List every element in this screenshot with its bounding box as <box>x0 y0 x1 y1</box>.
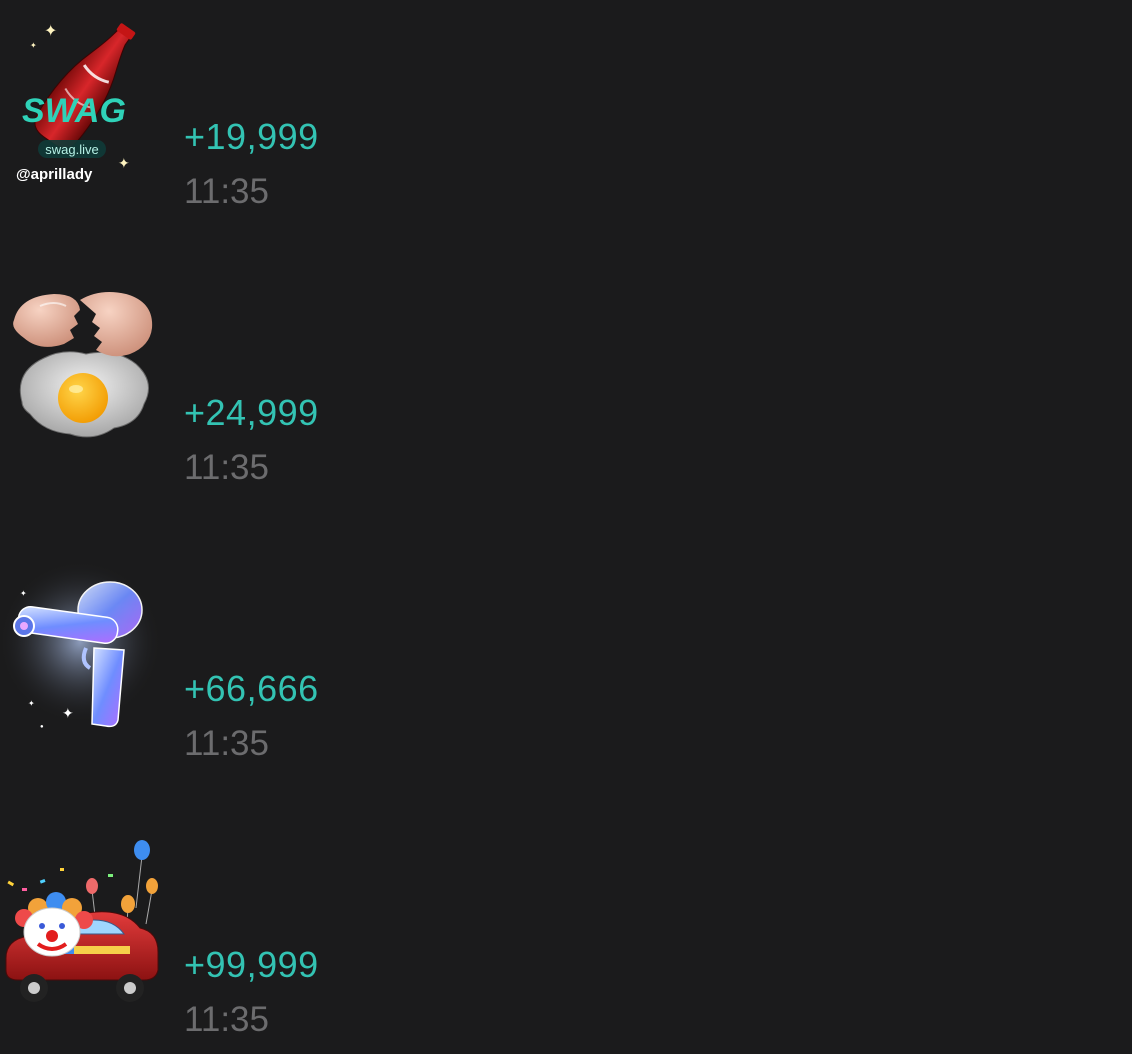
svg-text:●: ● <box>40 724 44 730</box>
svg-text:✦: ✦ <box>118 155 130 171</box>
gift-row[interactable]: +99,999 11:35 <box>0 828 1132 1054</box>
svg-text:✦: ✦ <box>62 705 74 721</box>
gift-row[interactable]: ✦ ✦ ● ✦ +66,666 11:35 <box>0 552 1132 782</box>
svg-text:✦: ✦ <box>44 23 57 40</box>
gift-amount: +24,999 <box>184 392 319 433</box>
gift-row[interactable]: ✦ ✦ ✦ SWAG swag.live @aprillady +19,999 … <box>0 0 1132 230</box>
soda-bottle-gift-icon: ✦ ✦ ✦ SWAG swag.live @aprillady <box>16 23 136 183</box>
gift-time: 11:35 <box>184 172 269 211</box>
gift-time: 11:35 <box>184 448 269 487</box>
swag-logo-text: SWAG <box>22 92 126 130</box>
cracked-egg-gift-icon <box>13 292 153 438</box>
gift-amount: +19,999 <box>184 116 319 157</box>
water-gun-gift-icon: ✦ ✦ ● ✦ <box>0 560 162 730</box>
streamer-handle: @aprillady <box>16 166 93 183</box>
gift-amount: +99,999 <box>184 944 319 985</box>
gift-time: 11:35 <box>184 724 269 763</box>
gift-time: 11:35 <box>184 1000 269 1039</box>
svg-text:✦: ✦ <box>30 41 37 50</box>
gift-row[interactable]: +24,999 11:35 <box>0 276 1132 506</box>
swag-site-text: swag.live <box>45 142 98 157</box>
svg-text:✦: ✦ <box>20 589 27 598</box>
gift-amount: +66,666 <box>184 668 319 709</box>
clown-car-gift-icon <box>5 840 159 1002</box>
gift-history-list: ✦ ✦ ✦ SWAG swag.live @aprillady +19,999 … <box>0 0 1132 1054</box>
svg-text:✦: ✦ <box>28 699 35 708</box>
